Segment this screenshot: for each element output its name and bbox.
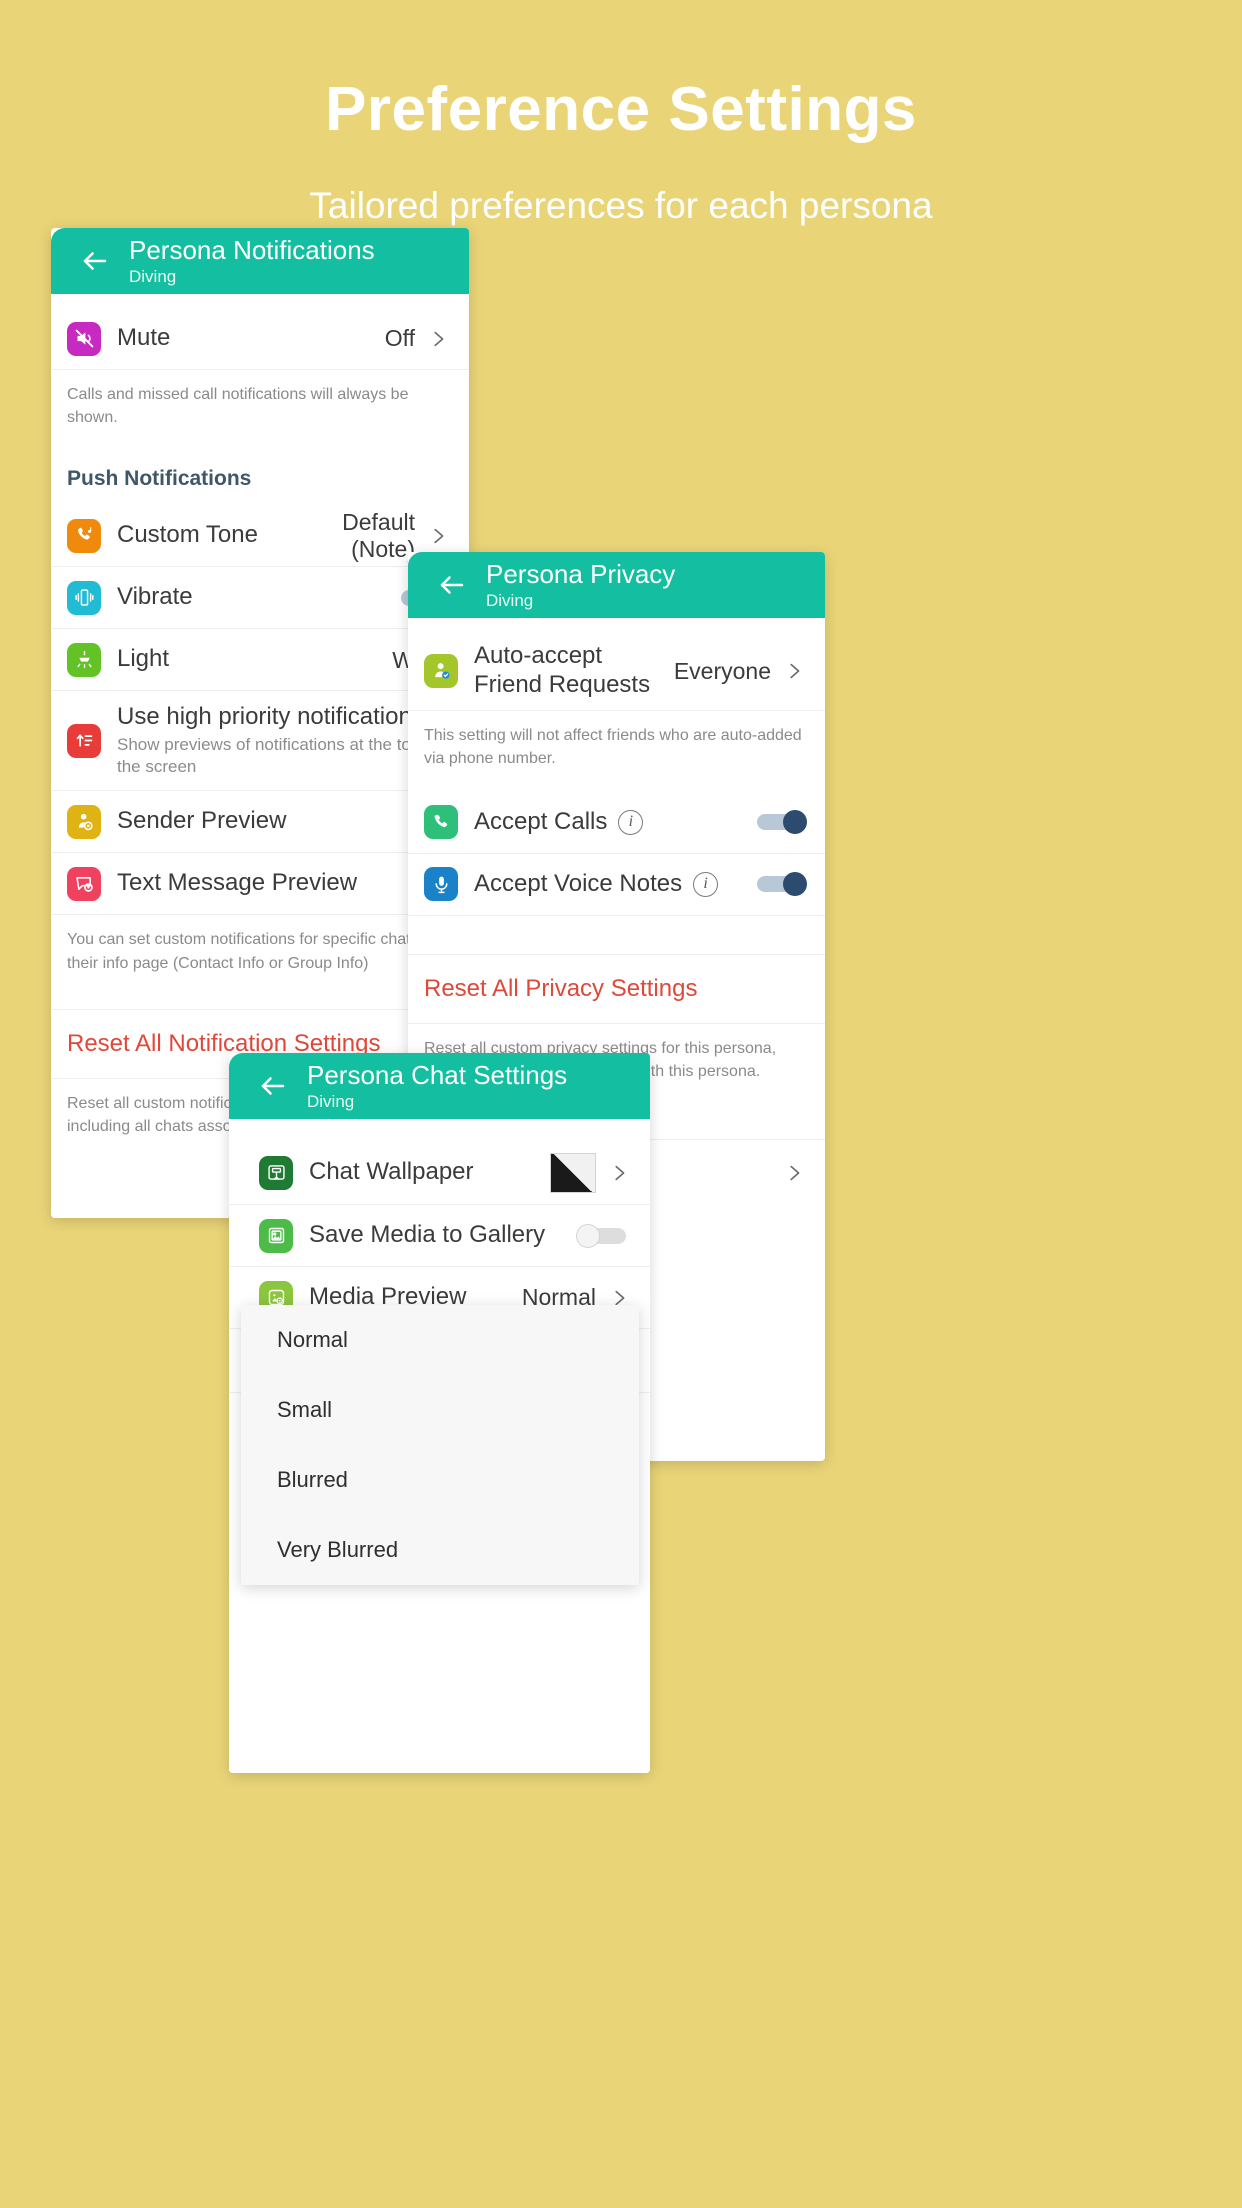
sender-preview-label: Sender Preview (117, 807, 287, 835)
row-save-media-to-gallery[interactable]: Save Media to Gallery (229, 1205, 650, 1267)
custom-tone-value: Default (Note) (342, 509, 415, 562)
sender-preview-icon (67, 804, 101, 839)
dropdown-option-very-blurred[interactable]: Very Blurred (241, 1515, 639, 1585)
text-preview-icon (67, 866, 101, 901)
accept-voice-notes-label: Accept Voice Notes (474, 870, 683, 898)
custom-tone-label: Custom Tone (117, 521, 258, 549)
hero-section: Preference Settings Tailored preferences… (0, 0, 1242, 229)
chevron-right-icon[interactable] (606, 1162, 632, 1184)
spacer (408, 915, 825, 954)
row-custom-tone[interactable]: Custom Tone Default (Note) (51, 505, 469, 568)
back-arrow-icon[interactable] (430, 563, 474, 607)
row-light[interactable]: Light White (51, 629, 469, 692)
phone-note-icon (67, 518, 101, 553)
row-vibrate[interactable]: Vibrate (51, 567, 469, 630)
vibrate-label: Vibrate (117, 583, 193, 611)
mute-label: Mute (117, 324, 171, 352)
notifications-persona: Diving (129, 267, 177, 287)
accept-calls-label: Accept Calls (474, 808, 608, 836)
chat-wallpaper-label: Chat Wallpaper (309, 1158, 474, 1186)
friend-verified-icon (424, 653, 458, 688)
light-icon (67, 642, 101, 677)
back-arrow-icon[interactable] (251, 1064, 295, 1108)
row-chat-wallpaper[interactable]: Chat Wallpaper (229, 1141, 650, 1205)
chat-settings-title: Persona Chat Settings (307, 1059, 568, 1090)
info-icon[interactable]: i (693, 871, 719, 897)
chevron-right-icon[interactable] (425, 525, 451, 547)
high-priority-label: Use high priority notifications (117, 703, 424, 731)
dropdown-option-blurred[interactable]: Blurred (241, 1445, 639, 1515)
microphone-icon (424, 867, 458, 902)
chat-settings-persona: Diving (307, 1092, 355, 1112)
dropdown-option-normal[interactable]: Normal (241, 1305, 639, 1375)
vibrate-icon (67, 580, 101, 615)
auto-accept-label: Auto-accept Friend Requests (474, 642, 651, 698)
accept-calls-toggle[interactable] (751, 810, 807, 835)
info-icon[interactable]: i (618, 809, 644, 835)
row-accept-calls[interactable]: Accept Calls i (408, 791, 825, 854)
dropdown-option-small[interactable]: Small (241, 1375, 639, 1445)
reset-privacy-label: Reset All Privacy Settings (424, 974, 698, 1002)
notifications-title: Persona Notifications (129, 234, 375, 265)
reset-privacy-button[interactable]: Reset All Privacy Settings (408, 953, 825, 1024)
text-preview-label: Text Message Preview (117, 869, 358, 897)
row-auto-accept-friend-requests[interactable]: Auto-accept Friend Requests Everyone (408, 632, 825, 711)
spacer (51, 294, 469, 308)
spacer (408, 618, 825, 632)
chat-settings-header: Persona Chat Settings Diving (229, 1053, 650, 1119)
chevron-right-icon[interactable] (781, 660, 807, 682)
save-gallery-icon (259, 1218, 293, 1253)
auto-accept-note: This setting will not affect friends who… (408, 710, 825, 792)
poster-root: Preference Settings Tailored preferences… (0, 0, 1242, 2208)
privacy-persona: Diving (486, 591, 534, 611)
row-mute[interactable]: Mute Off (51, 308, 469, 370)
light-label: Light (117, 645, 170, 673)
wallpaper-color-swatch[interactable] (550, 1152, 596, 1193)
page-subtitle: Tailored preferences for each persona (309, 185, 933, 227)
page-title: Preference Settings (325, 75, 917, 144)
chevron-right-icon[interactable] (781, 1162, 807, 1184)
privacy-title: Persona Privacy (486, 558, 676, 589)
save-media-toggle[interactable] (576, 1223, 632, 1248)
privacy-header: Persona Privacy Diving (408, 552, 825, 618)
row-sender-preview[interactable]: Sender Preview (51, 791, 469, 854)
priority-icon (67, 723, 101, 758)
push-notifications-section-title: Push Notifications (51, 445, 469, 506)
media-preview-dropdown[interactable]: Normal Small Blurred Very Blurred (241, 1305, 639, 1585)
save-media-label: Save Media to Gallery (309, 1221, 546, 1249)
high-priority-sub: Show previews of notifications at the to… (117, 735, 440, 777)
phone-call-icon (424, 805, 458, 840)
spacer (229, 1119, 650, 1141)
row-accept-voice-notes[interactable]: Accept Voice Notes i (408, 853, 825, 916)
mute-value: Off (384, 325, 415, 352)
back-arrow-icon[interactable] (73, 239, 117, 283)
notifications-footer-note: You can set custom notifications for spe… (51, 915, 469, 1009)
accept-voice-notes-toggle[interactable] (751, 872, 807, 897)
mute-note: Calls and missed call notifications will… (51, 370, 469, 446)
row-high-priority[interactable]: Use high priority notifications Show pre… (51, 691, 469, 792)
auto-accept-value: Everyone (673, 657, 771, 684)
chevron-right-icon[interactable] (425, 328, 451, 350)
row-text-message-preview[interactable]: Text Message Preview (51, 853, 469, 916)
notifications-header: Persona Notifications Diving (51, 228, 469, 294)
wallpaper-roller-icon (259, 1155, 293, 1190)
mute-speaker-icon (67, 321, 101, 356)
